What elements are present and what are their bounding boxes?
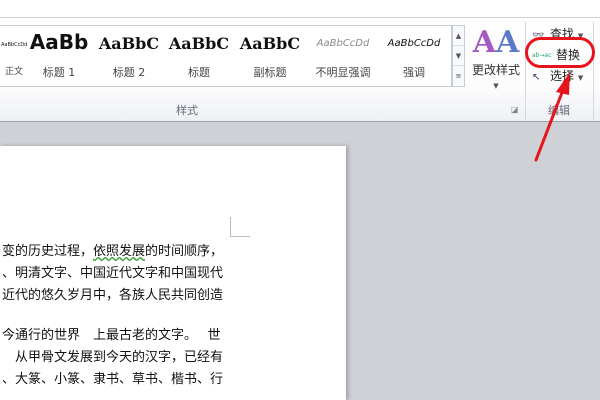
annotation-arrow <box>534 72 570 162</box>
